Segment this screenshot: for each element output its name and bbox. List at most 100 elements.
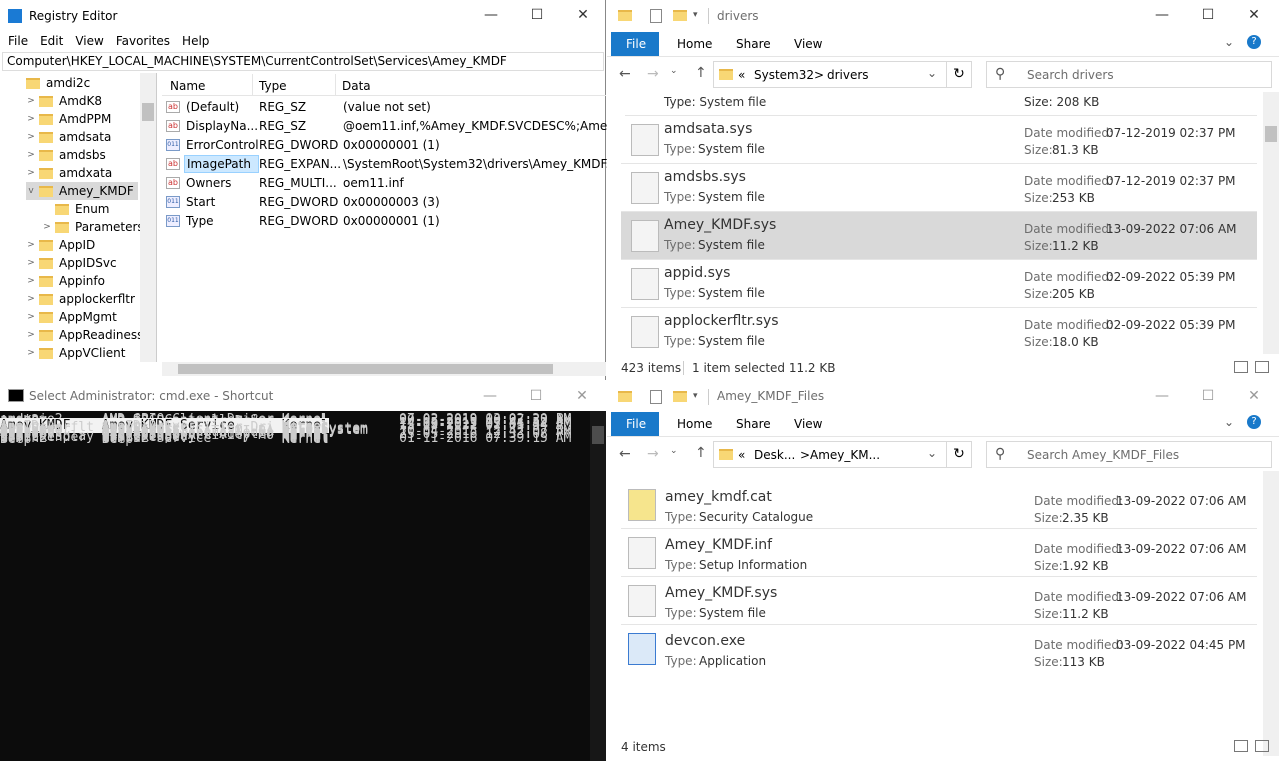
menu-file[interactable]: File: [8, 34, 28, 48]
back-icon[interactable]: ←: [619, 446, 631, 462]
registry-value-row[interactable]: ab DisplayNa... REG_SZ @oem11.inf,%Amey_KMD…: [166, 116, 639, 135]
column-name[interactable]: Name: [170, 79, 205, 93]
tree-item[interactable]: > AppMgmt: [26, 308, 117, 326]
refresh-button[interactable]: ↻: [946, 61, 972, 88]
registry-value-row[interactable]: 011 Type REG_DWORD 0x00000001 (1): [166, 211, 604, 230]
regedit-tree-pane[interactable]: amdi2c > AmdK8 > AmdPPM > amdsata > amdsbs >…: [0, 73, 157, 362]
close-button[interactable]: ✕: [1231, 0, 1277, 30]
menu-help[interactable]: Help: [182, 34, 209, 48]
quick-access-folder-icon[interactable]: [618, 391, 632, 402]
expand-ribbon-icon[interactable]: ⌄: [1224, 35, 1234, 49]
file-row[interactable]: Amey_KMDF.inf Type: Setup Information Date …: [621, 529, 1257, 577]
help-icon[interactable]: ?: [1247, 415, 1261, 429]
minimize-button[interactable]: —: [468, 0, 514, 30]
help-icon[interactable]: ?: [1247, 35, 1261, 49]
quick-access-folder-icon[interactable]: [618, 10, 632, 21]
tree-item-selected[interactable]: v Amey_KMDF: [26, 182, 138, 200]
tree-item[interactable]: amdi2c: [26, 74, 90, 92]
maximize-button[interactable]: ☐: [514, 0, 560, 30]
breadcrumb-drivers[interactable]: drivers: [827, 68, 869, 82]
tab-view[interactable]: View: [794, 417, 822, 431]
menu-view[interactable]: View: [75, 34, 103, 48]
cmd-vscrollbar[interactable]: [590, 411, 606, 761]
file-row[interactable]: devcon.exe Type: Application Date modified:…: [621, 625, 1257, 673]
file-row[interactable]: appid.sys Type: System file Date modified: 0…: [621, 260, 1257, 308]
minimize-button[interactable]: —: [467, 381, 513, 411]
files-vscrollbar[interactable]: [1263, 471, 1279, 756]
tree-item[interactable]: > AppIDSvc: [26, 254, 116, 272]
up-icon[interactable]: ↑: [695, 65, 707, 81]
qat-dropdown-icon[interactable]: ▾: [693, 391, 698, 401]
column-type[interactable]: Type: [259, 79, 287, 93]
breadcrumb-overflow[interactable]: «: [738, 448, 745, 462]
breadcrumb-amey-kmdf[interactable]: Amey_KM...: [810, 448, 880, 462]
drivers-scroll-thumb[interactable]: [1265, 126, 1277, 142]
file-row[interactable]: Amey_KMDF.sys Type: System file Date modifi…: [621, 577, 1257, 625]
forward-icon[interactable]: →: [647, 66, 659, 82]
up-icon[interactable]: ↑: [695, 445, 707, 461]
file-row[interactable]: applockerfltr.sys Type: System file Date mo…: [621, 308, 1257, 352]
recent-locations-icon[interactable]: ⌄: [670, 66, 678, 76]
file-row[interactable]: amdsata.sys Type: System file Date modified…: [621, 116, 1257, 164]
tree-item[interactable]: > Appinfo: [26, 272, 105, 290]
tree-item[interactable]: Enum: [42, 200, 109, 218]
breadcrumb-desktop[interactable]: Desk...: [754, 448, 795, 462]
registry-value-row[interactable]: ab (Default) REG_SZ (value not set): [166, 97, 604, 116]
registry-value-row[interactable]: ab Owners REG_MULTI... oem11.inf: [166, 173, 604, 192]
expand-ribbon-icon[interactable]: ⌄: [1224, 415, 1234, 429]
drivers-address-bar[interactable]: « System32 > drivers ⌄: [713, 61, 950, 88]
menu-edit[interactable]: Edit: [40, 34, 63, 48]
close-button[interactable]: ✕: [560, 0, 606, 30]
new-folder-icon[interactable]: [673, 391, 687, 402]
details-view-icon[interactable]: [1234, 740, 1248, 752]
column-data[interactable]: Data: [342, 79, 371, 93]
close-button[interactable]: ✕: [1231, 381, 1277, 411]
tree-item[interactable]: > Parameters: [42, 218, 143, 236]
tree-item[interactable]: > AmdPPM: [26, 110, 111, 128]
large-icons-view-icon[interactable]: [1255, 740, 1269, 752]
properties-icon[interactable]: [650, 390, 662, 404]
maximize-button[interactable]: ☐: [1185, 381, 1231, 411]
details-view-icon[interactable]: [1234, 361, 1248, 373]
tab-share[interactable]: Share: [736, 417, 771, 431]
tree-item[interactable]: > amdsata: [26, 128, 111, 146]
breadcrumb-overflow[interactable]: «: [738, 68, 745, 82]
regedit-address-bar[interactable]: Computer\HKEY_LOCAL_MACHINE\SYSTEM\Curre…: [2, 52, 604, 71]
tree-item[interactable]: > amdsbs: [26, 146, 106, 164]
tree-item[interactable]: > AmdK8: [26, 92, 102, 110]
maximize-button[interactable]: ☐: [1185, 0, 1231, 30]
cmd-scroll-thumb[interactable]: [592, 426, 604, 444]
maximize-button[interactable]: ☐: [513, 381, 559, 411]
files-address-bar[interactable]: « Desk... > Amey_KM... ⌄: [713, 441, 950, 468]
tree-item[interactable]: > AppID: [26, 236, 95, 254]
forward-icon[interactable]: →: [647, 446, 659, 462]
qat-dropdown-icon[interactable]: ▾: [693, 10, 698, 20]
drivers-file-list[interactable]: Type: System file Size: 208 KB amdsata.s…: [607, 92, 1263, 352]
minimize-button[interactable]: —: [1139, 0, 1185, 30]
close-button[interactable]: ✕: [559, 381, 605, 411]
file-row[interactable]: amdsbs.sys Type: System file Date modified:…: [621, 164, 1257, 212]
tab-view[interactable]: View: [794, 37, 822, 51]
tab-home[interactable]: Home: [677, 417, 712, 431]
new-folder-icon[interactable]: [673, 10, 687, 21]
back-icon[interactable]: ←: [619, 66, 631, 82]
files-list[interactable]: amey_kmdf.cat Type: Security Catalogue Date…: [607, 481, 1263, 731]
tab-share[interactable]: Share: [736, 37, 771, 51]
tree-item[interactable]: > AppVClient: [26, 344, 125, 362]
search-box[interactable]: ⚲ Search drivers: [986, 61, 1272, 88]
menu-favorites[interactable]: Favorites: [116, 34, 170, 48]
large-icons-view-icon[interactable]: [1255, 361, 1269, 373]
tree-item[interactable]: > AppReadiness: [26, 326, 143, 344]
console-output[interactable]: amdgpio2 AMD GPIO Client Driver Kernel 0…: [0, 412, 590, 761]
address-dropdown-icon[interactable]: ⌄: [927, 446, 937, 460]
values-hscroll-thumb[interactable]: [178, 364, 553, 374]
tab-home[interactable]: Home: [677, 37, 712, 51]
file-row[interactable]: Amey_KMDF.sys Type: System file Date modifi…: [621, 212, 1257, 260]
tree-scroll-thumb[interactable]: [142, 103, 154, 121]
tree-item[interactable]: > amdxata: [26, 164, 112, 182]
registry-value-row[interactable]: 011 ErrorControl REG_DWORD 0x00000001 (1): [166, 135, 604, 154]
search-box[interactable]: ⚲ Search Amey_KMDF_Files: [986, 441, 1272, 468]
registry-value-row[interactable]: ab ImagePath REG_EXPAN... \SystemRoot\Syste…: [166, 154, 629, 173]
refresh-button[interactable]: ↻: [946, 441, 972, 468]
file-row[interactable]: amey_kmdf.cat Type: Security Catalogue Date…: [621, 481, 1257, 529]
